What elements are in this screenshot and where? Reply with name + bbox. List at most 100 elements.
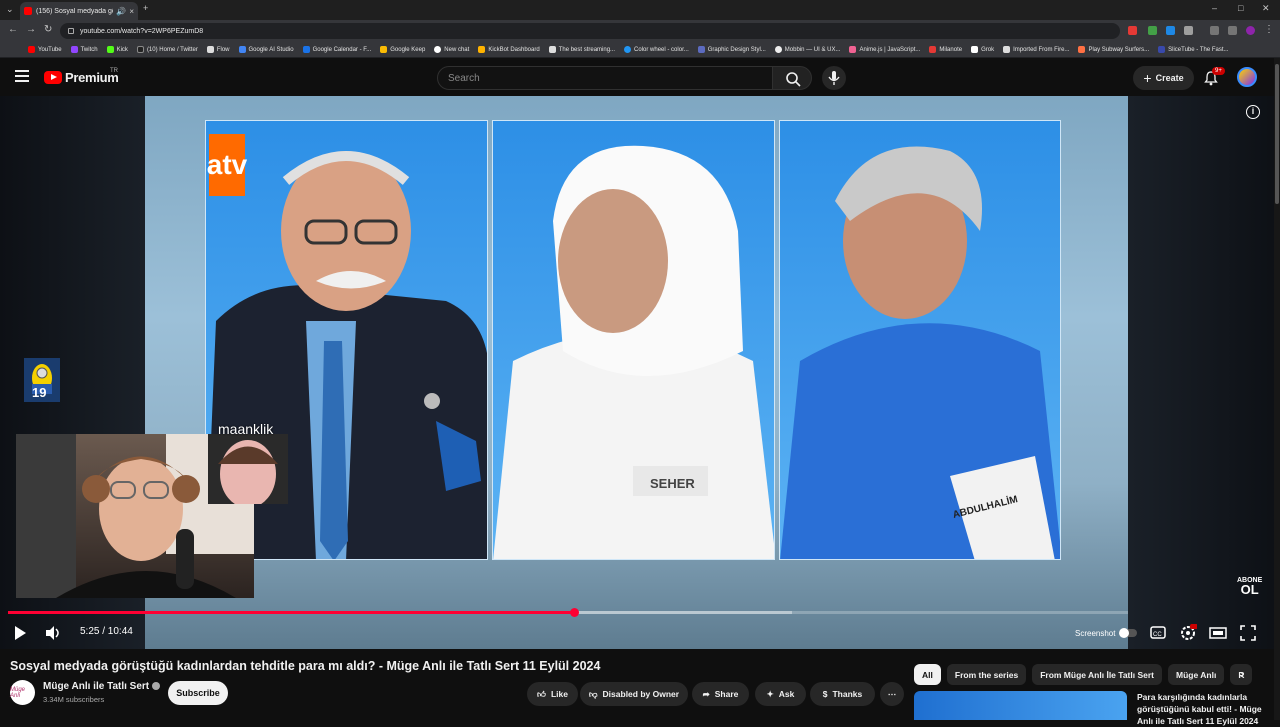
thanks-button[interactable]: $ Thanks — [810, 682, 875, 706]
bookmark-item[interactable]: Grok — [971, 46, 994, 53]
theater-mode-icon[interactable] — [1209, 624, 1227, 642]
subscribe-overlay-logo: ABONE OL — [1237, 577, 1263, 597]
bookmark-favicon-icon — [136, 46, 144, 53]
scrubber-handle[interactable] — [569, 608, 579, 617]
thumbs-up-icon: 👍︎ — [537, 688, 546, 699]
screenshot-tooltip: Screenshot — [1075, 629, 1116, 638]
window-close-icon[interactable]: ✕ — [1262, 3, 1270, 14]
bookmark-item[interactable]: Color wheel - color... — [624, 46, 689, 53]
more-actions-button[interactable]: ⋯ — [880, 682, 904, 706]
reload-icon[interactable]: ↻ — [44, 24, 52, 35]
chevron-right-icon[interactable]: › — [1240, 667, 1244, 681]
new-tab-icon[interactable]: + — [143, 3, 148, 13]
hamburger-menu-icon[interactable] — [15, 70, 29, 82]
site-info-icon[interactable] — [68, 28, 74, 34]
download-icon[interactable] — [1210, 26, 1219, 35]
back-icon[interactable]: ← — [8, 24, 18, 35]
svg-text:CC: CC — [1153, 632, 1162, 638]
browser-menu-icon[interactable]: ⋮ — [1264, 24, 1274, 35]
settings-gear-icon[interactable] — [1179, 624, 1197, 642]
thumbs-down-icon: 👎︎ — [588, 688, 598, 699]
bookmark-item[interactable]: Flow — [206, 46, 230, 53]
tab-search-icon[interactable]: ⌄ — [6, 4, 14, 15]
recommendation-title[interactable]: Para karşılığında kadınlarla görüştüğünü… — [1137, 691, 1272, 727]
channel-avatar[interactable]: Müge Anlı — [10, 680, 35, 705]
bookmark-item[interactable]: Google Keep — [380, 46, 425, 53]
minion-number: 19 — [32, 385, 47, 400]
chip-muge-anli[interactable]: Müge Anlı — [1168, 664, 1225, 685]
youtube-play-logo-icon — [44, 71, 62, 84]
maximize-icon[interactable]: □ — [1238, 3, 1243, 13]
extension-icon[interactable] — [1166, 26, 1175, 35]
extension-icon[interactable] — [1128, 26, 1137, 35]
share-arrow-icon: ➦ — [702, 688, 710, 699]
speaker-icon[interactable]: 🔊 — [116, 7, 126, 16]
chip-all[interactable]: All — [914, 664, 941, 685]
folder-icon — [1003, 46, 1011, 53]
extension-icon[interactable] — [1148, 26, 1157, 35]
recommendation-thumbnail[interactable] — [914, 691, 1127, 720]
chat-username-overlay: maanklik — [218, 421, 274, 437]
create-label: Create — [1155, 73, 1184, 83]
bookmark-favicon-icon — [971, 46, 979, 53]
bookmark-favicon-icon — [70, 46, 78, 53]
minimize-icon[interactable]: – — [1212, 3, 1217, 13]
bookmark-item[interactable]: Anime.js | JavaScript... — [849, 46, 920, 53]
bookmark-item[interactable]: YouTube — [28, 46, 62, 53]
tab-title: (156) Sosyal medyada görüş — [36, 7, 113, 15]
bookmark-item[interactable]: Google AI Studio — [238, 46, 294, 53]
browser-tab[interactable]: (156) Sosyal medyada görüş 🔊 × — [20, 2, 138, 20]
autoplay-toggle-icon[interactable] — [1118, 624, 1138, 642]
ask-button[interactable]: ✦ Ask — [755, 682, 806, 706]
url-field[interactable]: youtube.com/watch?v=2WP6PEZumD8 — [60, 23, 1120, 39]
youtube-logo[interactable]: Premium TR — [44, 68, 119, 85]
edit-icon[interactable] — [1228, 26, 1237, 35]
tab-close-icon[interactable]: × — [129, 7, 134, 16]
extensions-puzzle-icon[interactable] — [1184, 26, 1193, 35]
subscribe-button[interactable]: Subscribe — [168, 681, 228, 705]
channel-name[interactable]: Müge Anlı ile Tatlı Sert — [43, 681, 161, 692]
bookmark-item[interactable]: Kick — [106, 46, 128, 53]
bookmark-item[interactable]: KickBot Dashboard — [478, 46, 540, 53]
create-button[interactable]: + Create — [1133, 66, 1194, 90]
progress-bar[interactable] — [8, 608, 1128, 617]
bookmark-item[interactable]: Graphic Design Styl... — [697, 46, 766, 53]
bookmark-item[interactable]: Mobbin — UI & UX... — [774, 46, 840, 53]
share-button[interactable]: ➦ Share — [692, 682, 749, 706]
profile-icon[interactable] — [1246, 26, 1255, 35]
bookmark-item[interactable]: The best streaming... — [548, 46, 615, 53]
woman-headscarf-figure — [493, 145, 774, 559]
captions-icon[interactable]: CC — [1149, 624, 1167, 642]
dislike-button[interactable]: 👎︎ Disabled by Owner — [580, 682, 688, 706]
voice-search-button[interactable] — [822, 66, 846, 90]
bookmark-item[interactable]: New chat — [434, 46, 469, 53]
scrollbar-thumb[interactable] — [1275, 64, 1279, 204]
info-icon[interactable]: i — [1246, 105, 1260, 119]
seher-nameplate: SEHER — [650, 476, 695, 491]
bookmark-item[interactable]: Milanote — [929, 46, 962, 53]
bookmark-item[interactable]: Play Subway Surfers... — [1078, 46, 1149, 53]
chip-from-series[interactable]: From the series — [946, 664, 1027, 685]
bookmarks-bar: YouTube Twitch Kick (10) Home / Twitter … — [0, 42, 1280, 58]
bookmark-item[interactable]: Google Calendar - F... — [302, 46, 371, 53]
like-button[interactable]: 👍︎ Like — [527, 682, 578, 706]
subscriber-count: 3.34M subscribers — [43, 695, 105, 704]
play-icon[interactable] — [12, 624, 28, 642]
more-dots-icon: ⋯ — [887, 688, 897, 699]
bookmark-item[interactable]: Imported From Fire... — [1003, 46, 1069, 53]
browser-tab-strip: ⌄ (156) Sosyal medyada görüş 🔊 × + – □ ✕ — [0, 0, 1280, 20]
search-button[interactable] — [772, 66, 812, 90]
bookmark-item[interactable]: (10) Home / Twitter — [136, 46, 198, 53]
video-player[interactable]: SEHER ABDULHALİM atv 19 maanklik ABONE O… — [0, 96, 1280, 649]
search-input[interactable]: Search — [437, 66, 773, 90]
forward-icon[interactable]: → — [26, 24, 36, 35]
chip-from-channel[interactable]: From Müge Anlı İle Tatlı Sert — [1032, 664, 1163, 685]
account-avatar[interactable] — [1237, 67, 1257, 87]
bookmark-item[interactable]: Twitch — [70, 46, 98, 53]
volume-icon[interactable] — [44, 624, 62, 642]
fullscreen-icon[interactable] — [1239, 624, 1257, 642]
bookmark-favicon-icon — [1078, 46, 1086, 53]
bookmark-item[interactable]: SliceTube - The Fast... — [1158, 46, 1229, 53]
recommendation-chips: All From the series From Müge Anlı İle T… — [914, 664, 1253, 686]
minion-badge: 19 — [24, 358, 60, 402]
